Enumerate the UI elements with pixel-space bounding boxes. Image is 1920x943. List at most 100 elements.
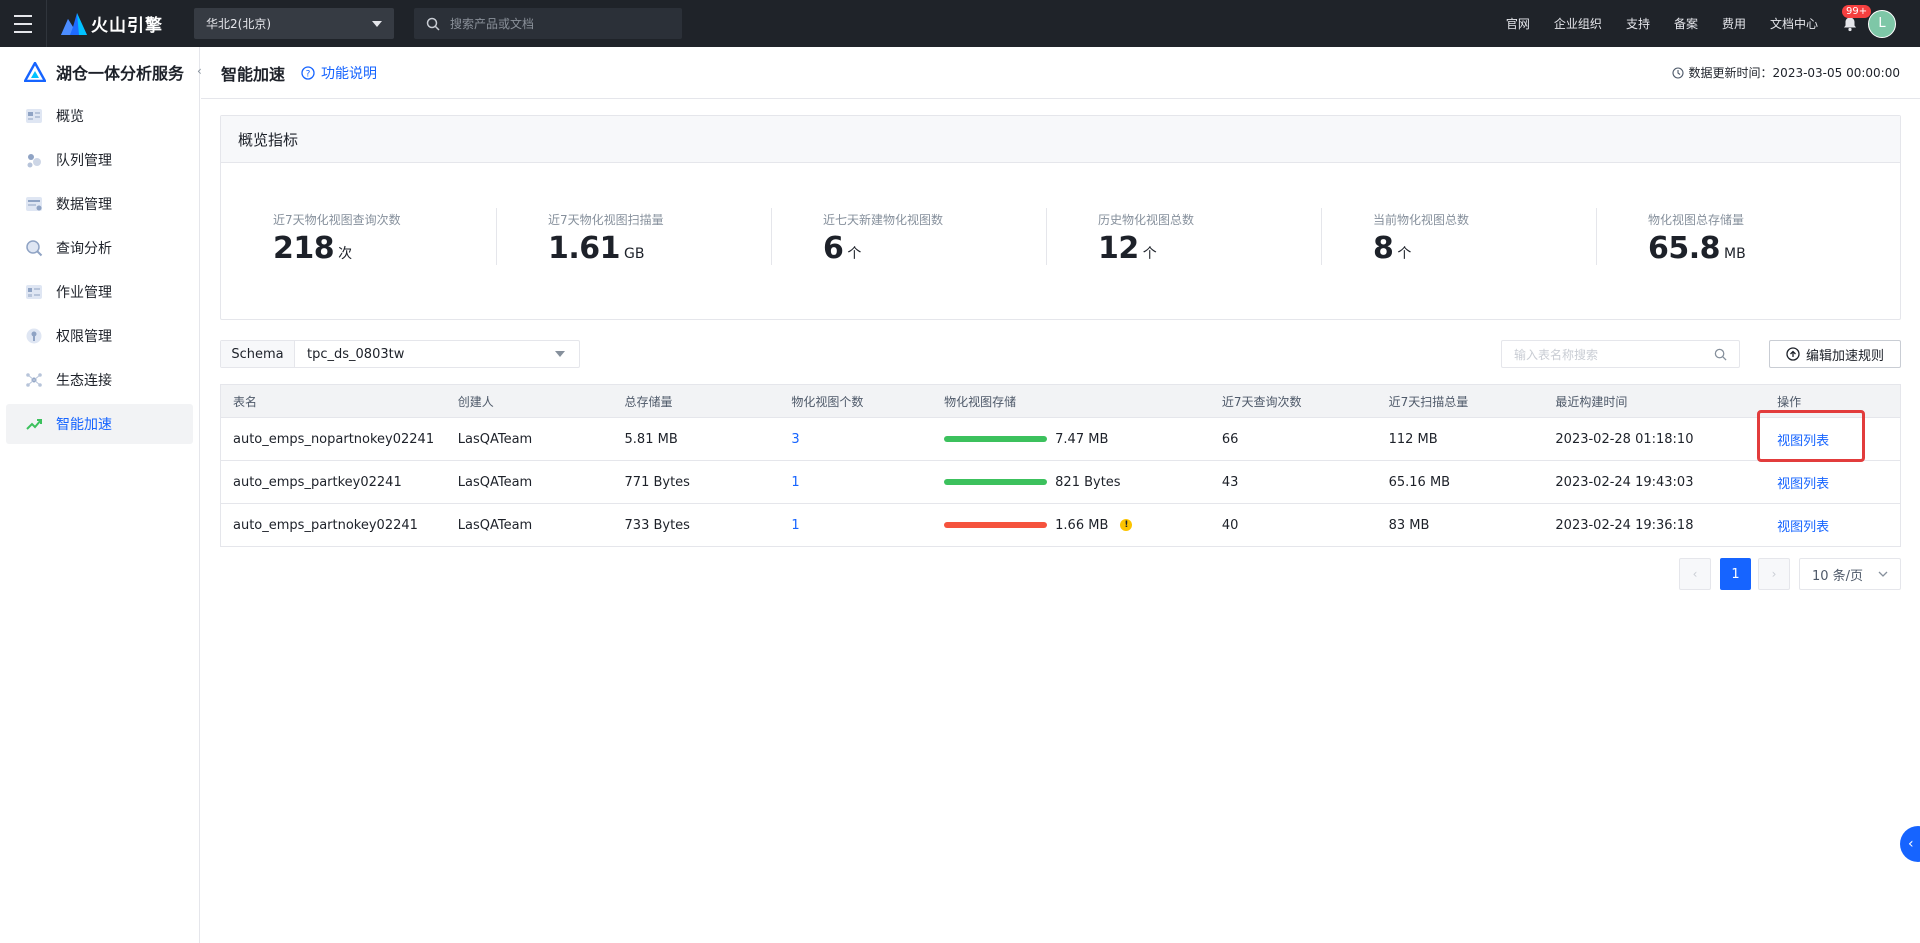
cell-table-name: auto_emps_partkey02241 — [233, 474, 402, 490]
nav-support[interactable]: 支持 — [1626, 15, 1650, 32]
sidebar-header: 湖仓一体分析服务 — [0, 47, 199, 96]
metric-total-storage: 物化视图总存储量 65.8 MB — [1596, 208, 1871, 266]
metric-label: 近7天物化视图查询次数 — [273, 213, 401, 227]
cell-creator: LasQATeam — [457, 474, 533, 490]
ecosystem-icon — [24, 370, 44, 390]
brand-name: 火山引擎 — [91, 16, 163, 36]
menu-icon[interactable] — [0, 0, 47, 47]
table-search-input[interactable]: 输入表名称搜索 — [1501, 340, 1740, 368]
clock-icon — [1671, 66, 1684, 79]
nav-docs[interactable]: 文档中心 — [1770, 15, 1818, 32]
cell-table-name: auto_emps_partnokey02241 — [233, 517, 418, 533]
page-size-select[interactable]: 10 条/页 — [1799, 558, 1901, 590]
metric-value: 8 — [1373, 231, 1394, 266]
sidebar-item-label: 队列管理 — [56, 153, 112, 169]
region-selector[interactable]: 华北2(北京) — [194, 8, 394, 39]
schema-selector[interactable]: Schema tpc_ds_0803tw — [220, 340, 580, 368]
sidebar-item-label: 作业管理 — [56, 285, 112, 301]
sidebar: 湖仓一体分析服务 ‹ 概览 队列管理 数据管理 查询分析 作业管理 权限管理 生… — [0, 47, 202, 943]
brand-logo[interactable]: 火山引擎 — [61, 11, 171, 36]
global-search-input[interactable]: 搜索产品或文档 — [414, 8, 682, 39]
sidebar-title: 湖仓一体分析服务 — [56, 63, 185, 83]
cell-queries-7d: 43 — [1221, 474, 1239, 490]
job-icon — [24, 282, 44, 302]
warning-icon[interactable]: ! — [1120, 519, 1133, 531]
sidebar-item-ecosystem[interactable]: 生态连接 — [6, 360, 193, 400]
caret-down-icon — [555, 351, 565, 357]
table-row: auto_emps_partkey02241 LasQATeam 771 Byt… — [221, 461, 1900, 504]
overview-icon — [24, 106, 44, 126]
sidebar-item-permission[interactable]: 权限管理 — [6, 316, 193, 356]
permission-icon — [24, 326, 44, 346]
cell-last-build: 2023-02-24 19:43:03 — [1555, 474, 1694, 490]
metric-value: 1.61 — [548, 231, 621, 266]
view-count-link[interactable]: 3 — [791, 432, 799, 447]
metric-unit: 次 — [338, 246, 353, 262]
metric-label: 当前物化视图总数 — [1373, 213, 1470, 227]
table-search-placeholder: 输入表名称搜索 — [1514, 347, 1599, 362]
cell-scan-7d: 112 MB — [1388, 431, 1438, 447]
view-count-link[interactable]: 1 — [791, 518, 799, 533]
column-header-table-name: 表名 — [233, 394, 258, 409]
sidebar-item-query[interactable]: 查询分析 — [6, 228, 193, 268]
metric-unit: 个 — [1397, 246, 1412, 262]
next-page-button[interactable]: › — [1758, 558, 1790, 590]
sidebar-item-acceleration[interactable]: 智能加速 — [6, 404, 193, 444]
sidebar-item-job[interactable]: 作业管理 — [6, 272, 193, 312]
sidebar-item-data[interactable]: 数据管理 — [6, 184, 193, 224]
cell-view-storage: 821 Bytes — [932, 475, 1210, 490]
view-list-link[interactable]: 视图列表 — [1777, 430, 1829, 449]
overview-card-title: 概览指标 — [221, 116, 1900, 163]
volcano-logo-icon — [61, 12, 87, 35]
floating-expand-button[interactable]: ‹ — [1900, 826, 1920, 862]
cell-creator: LasQATeam — [457, 431, 533, 447]
upload-circle-icon — [1786, 347, 1800, 361]
column-header-last-build: 最近构建时间 — [1555, 394, 1628, 409]
metric-unit: GB — [624, 246, 645, 262]
column-header-queries-7d: 近7天查询次数 — [1221, 394, 1302, 409]
nav-billing[interactable]: 费用 — [1722, 15, 1746, 32]
nav-organization[interactable]: 企业组织 — [1554, 15, 1602, 32]
notification-badge: 99+ — [1842, 4, 1872, 18]
metric-value: 6 — [823, 231, 844, 266]
nav-official-site[interactable]: 官网 — [1506, 15, 1530, 32]
metric-unit: 个 — [847, 246, 862, 262]
column-header-view-count: 物化视图个数 — [791, 394, 864, 409]
schema-value: tpc_ds_0803tw — [307, 346, 405, 362]
avatar[interactable]: L — [1868, 9, 1896, 38]
acceleration-table: 表名 创建人 总存储量 物化视图个数 物化视图存储 近7天查询次数 近7天扫描总… — [220, 384, 1901, 547]
metric-label: 近七天新建物化视图数 — [823, 213, 944, 227]
edit-rules-button[interactable]: 编辑加速规则 — [1769, 340, 1901, 368]
overview-card: 概览指标 近7天物化视图查询次数 218 次 近7天物化视图扫描量 1.61 GB … — [220, 115, 1901, 320]
cell-queries-7d: 40 — [1221, 517, 1239, 533]
view-list-link[interactable]: 视图列表 — [1777, 473, 1829, 492]
question-circle-icon: ? — [301, 65, 315, 80]
bell-icon — [1844, 17, 1856, 31]
page-header: 智能加速 ? 功能说明 数据更新时间：2023-03-05 00:00:00 — [201, 47, 1920, 99]
prev-page-button[interactable]: ‹ — [1679, 558, 1711, 590]
sidebar-item-queue[interactable]: 队列管理 — [6, 140, 193, 180]
metric-current-views: 当前物化视图总数 8个 — [1321, 208, 1596, 266]
acceleration-icon — [24, 414, 44, 434]
cell-table-name: auto_emps_nopartnokey02241 — [233, 431, 435, 447]
feature-help-link[interactable]: ? 功能说明 — [301, 63, 377, 83]
storage-bar — [944, 522, 1048, 528]
view-count-link[interactable]: 1 — [791, 475, 799, 490]
data-icon — [24, 194, 44, 214]
view-list-link[interactable]: 视图列表 — [1777, 516, 1829, 535]
column-header-creator: 创建人 — [457, 394, 494, 409]
search-icon — [426, 17, 440, 31]
chevron-down-icon — [1878, 571, 1888, 577]
queue-icon — [24, 150, 44, 170]
search-icon — [1714, 348, 1727, 361]
caret-down-icon — [372, 20, 382, 27]
schema-select[interactable]: tpc_ds_0803tw — [295, 347, 579, 362]
page-number-current[interactable]: 1 — [1720, 558, 1751, 590]
notification-bell-icon[interactable]: 99+ — [1840, 4, 1872, 34]
nav-filing[interactable]: 备案 — [1674, 15, 1698, 32]
sidebar-item-overview[interactable]: 概览 — [6, 96, 193, 136]
sidebar-item-label: 数据管理 — [56, 197, 112, 213]
region-value: 华北2(北京) — [206, 17, 271, 31]
view-storage-value: 821 Bytes — [1055, 474, 1121, 490]
sidebar-item-label: 智能加速 — [56, 417, 112, 433]
